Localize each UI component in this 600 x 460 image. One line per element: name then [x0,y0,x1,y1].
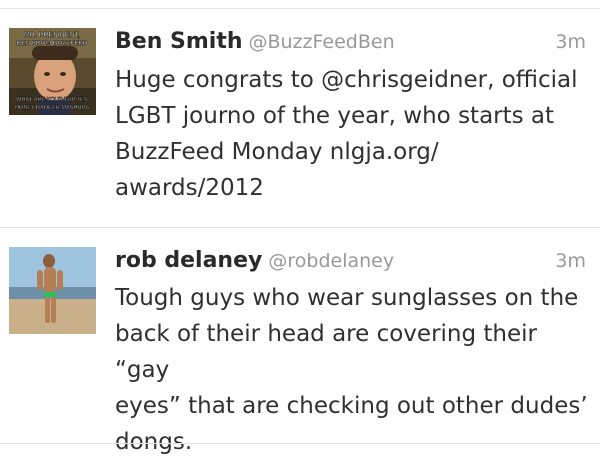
avatar-caption-top-2: BEN FROM BUZZFEED [16,40,87,47]
tweet-text-line: back of their head are covering their “g… [115,321,537,383]
display-name[interactable]: Ben Smith [115,29,243,54]
user-handle[interactable]: @robdelaney [268,250,394,272]
display-name[interactable]: rob delaney [115,248,262,273]
tweet-text: Tough guys who wear sunglasses on the ba… [115,280,590,460]
avatar-caption-top-1: MR. PRESIDENT, [24,32,80,39]
tweet-header: rob delaney @robdelaney 3m [115,246,586,276]
timestamp: 3m [555,31,586,53]
avatar[interactable] [9,247,96,334]
tweet-text-line: eyes” that are checking out other dudes’ [115,393,588,419]
user-handle[interactable]: @BuzzFeedBen [249,31,395,53]
tweet-item[interactable]: rob delaney @robdelaney 3m Tough guys who… [0,228,600,455]
tweet-text: Huge congrats to @chrisgeidner, official… [115,62,590,206]
tweet-text-line: awards/2012 [115,175,264,201]
tweet-item[interactable]: MR. PRESIDENT, BEN FROM BUZZFEED WHAT AR… [0,9,600,227]
avatar-image: MR. PRESIDENT, BEN FROM BUZZFEED WHAT AR… [9,28,96,115]
avatar[interactable]: MR. PRESIDENT, BEN FROM BUZZFEED WHAT AR… [9,28,96,115]
avatar-image [9,247,96,334]
divider [0,443,600,444]
tweet-text-line: BuzzFeed Monday nlgja.org/ [115,139,439,165]
tweet-text-line: dongs. [115,429,193,455]
timestamp: 3m [555,250,586,272]
avatar-caption-bottom-1: WHAT ARE YOUR TOP TEN [16,97,88,103]
tweet-header: Ben Smith @BuzzFeedBen 3m [115,27,586,57]
avatar-caption-bottom-2: HONEY BADGER MASHUPS [15,105,89,111]
tweet-text-line: LGBT journo of the year, who starts at [115,103,555,129]
tweet-text-line: Tough guys who wear sunglasses on the [115,285,579,311]
tweet-text-line: Huge congrats to @chrisgeidner, official [115,67,578,93]
